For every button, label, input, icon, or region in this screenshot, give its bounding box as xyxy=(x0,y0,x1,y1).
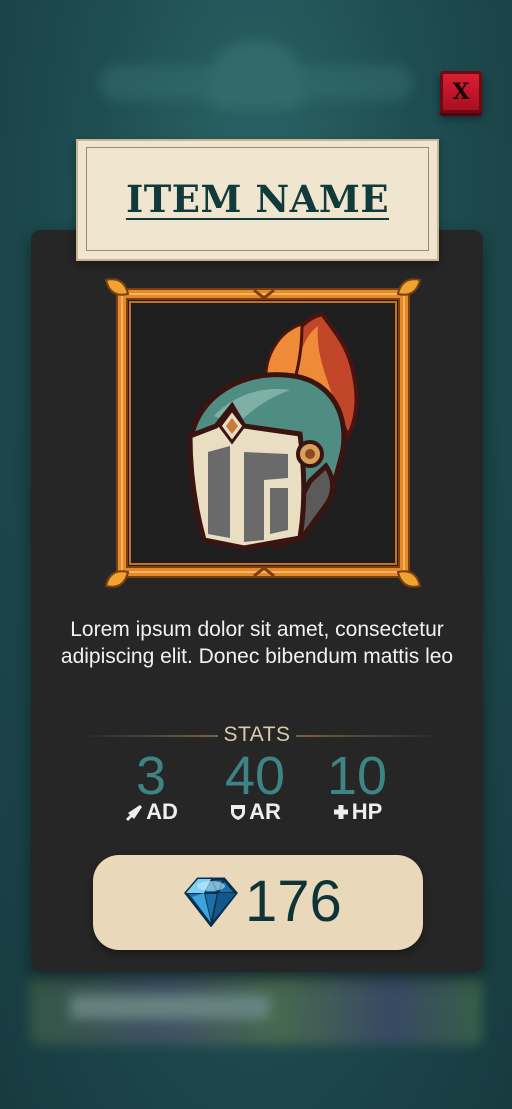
item-image-frame xyxy=(104,276,422,590)
diamond-gem-icon xyxy=(184,876,238,927)
sword-icon xyxy=(126,805,143,821)
stats-title: STATS xyxy=(223,723,291,746)
item-name-plaque: ITEM NAME xyxy=(76,139,439,261)
buy-button[interactable]: 176 xyxy=(93,855,423,950)
stats-divider-left xyxy=(80,735,218,737)
close-button[interactable]: X xyxy=(440,71,482,113)
item-name: ITEM NAME xyxy=(125,177,390,221)
stat-ad: 3 AD xyxy=(106,746,196,824)
close-icon: X xyxy=(452,79,470,105)
stat-ad-label: AD xyxy=(146,799,178,824)
plaque-inner-border: ITEM NAME xyxy=(86,147,429,251)
stat-hp: 10 HP xyxy=(312,746,402,824)
item-description: Lorem ipsum dolor sit amet, consectetur … xyxy=(60,618,454,668)
stats-divider-right xyxy=(296,735,444,737)
stat-hp-label: HP xyxy=(351,799,383,824)
stat-ar-label-row: AR xyxy=(210,800,300,824)
shield-icon xyxy=(231,805,246,820)
plus-icon xyxy=(333,805,348,819)
price-value: 176 xyxy=(245,869,342,934)
stat-hp-value: 10 xyxy=(326,746,388,806)
stat-ar-label: AR xyxy=(249,799,281,824)
item-frame-graphic xyxy=(104,278,422,588)
background-strip-label xyxy=(70,995,270,1019)
stat-ad-value: 3 xyxy=(135,746,167,806)
stat-ar: 40 AR xyxy=(210,746,300,824)
stat-hp-label-row: HP xyxy=(312,800,402,824)
stat-ar-value: 40 xyxy=(224,746,286,806)
stat-ad-label-row: AD xyxy=(106,800,196,824)
